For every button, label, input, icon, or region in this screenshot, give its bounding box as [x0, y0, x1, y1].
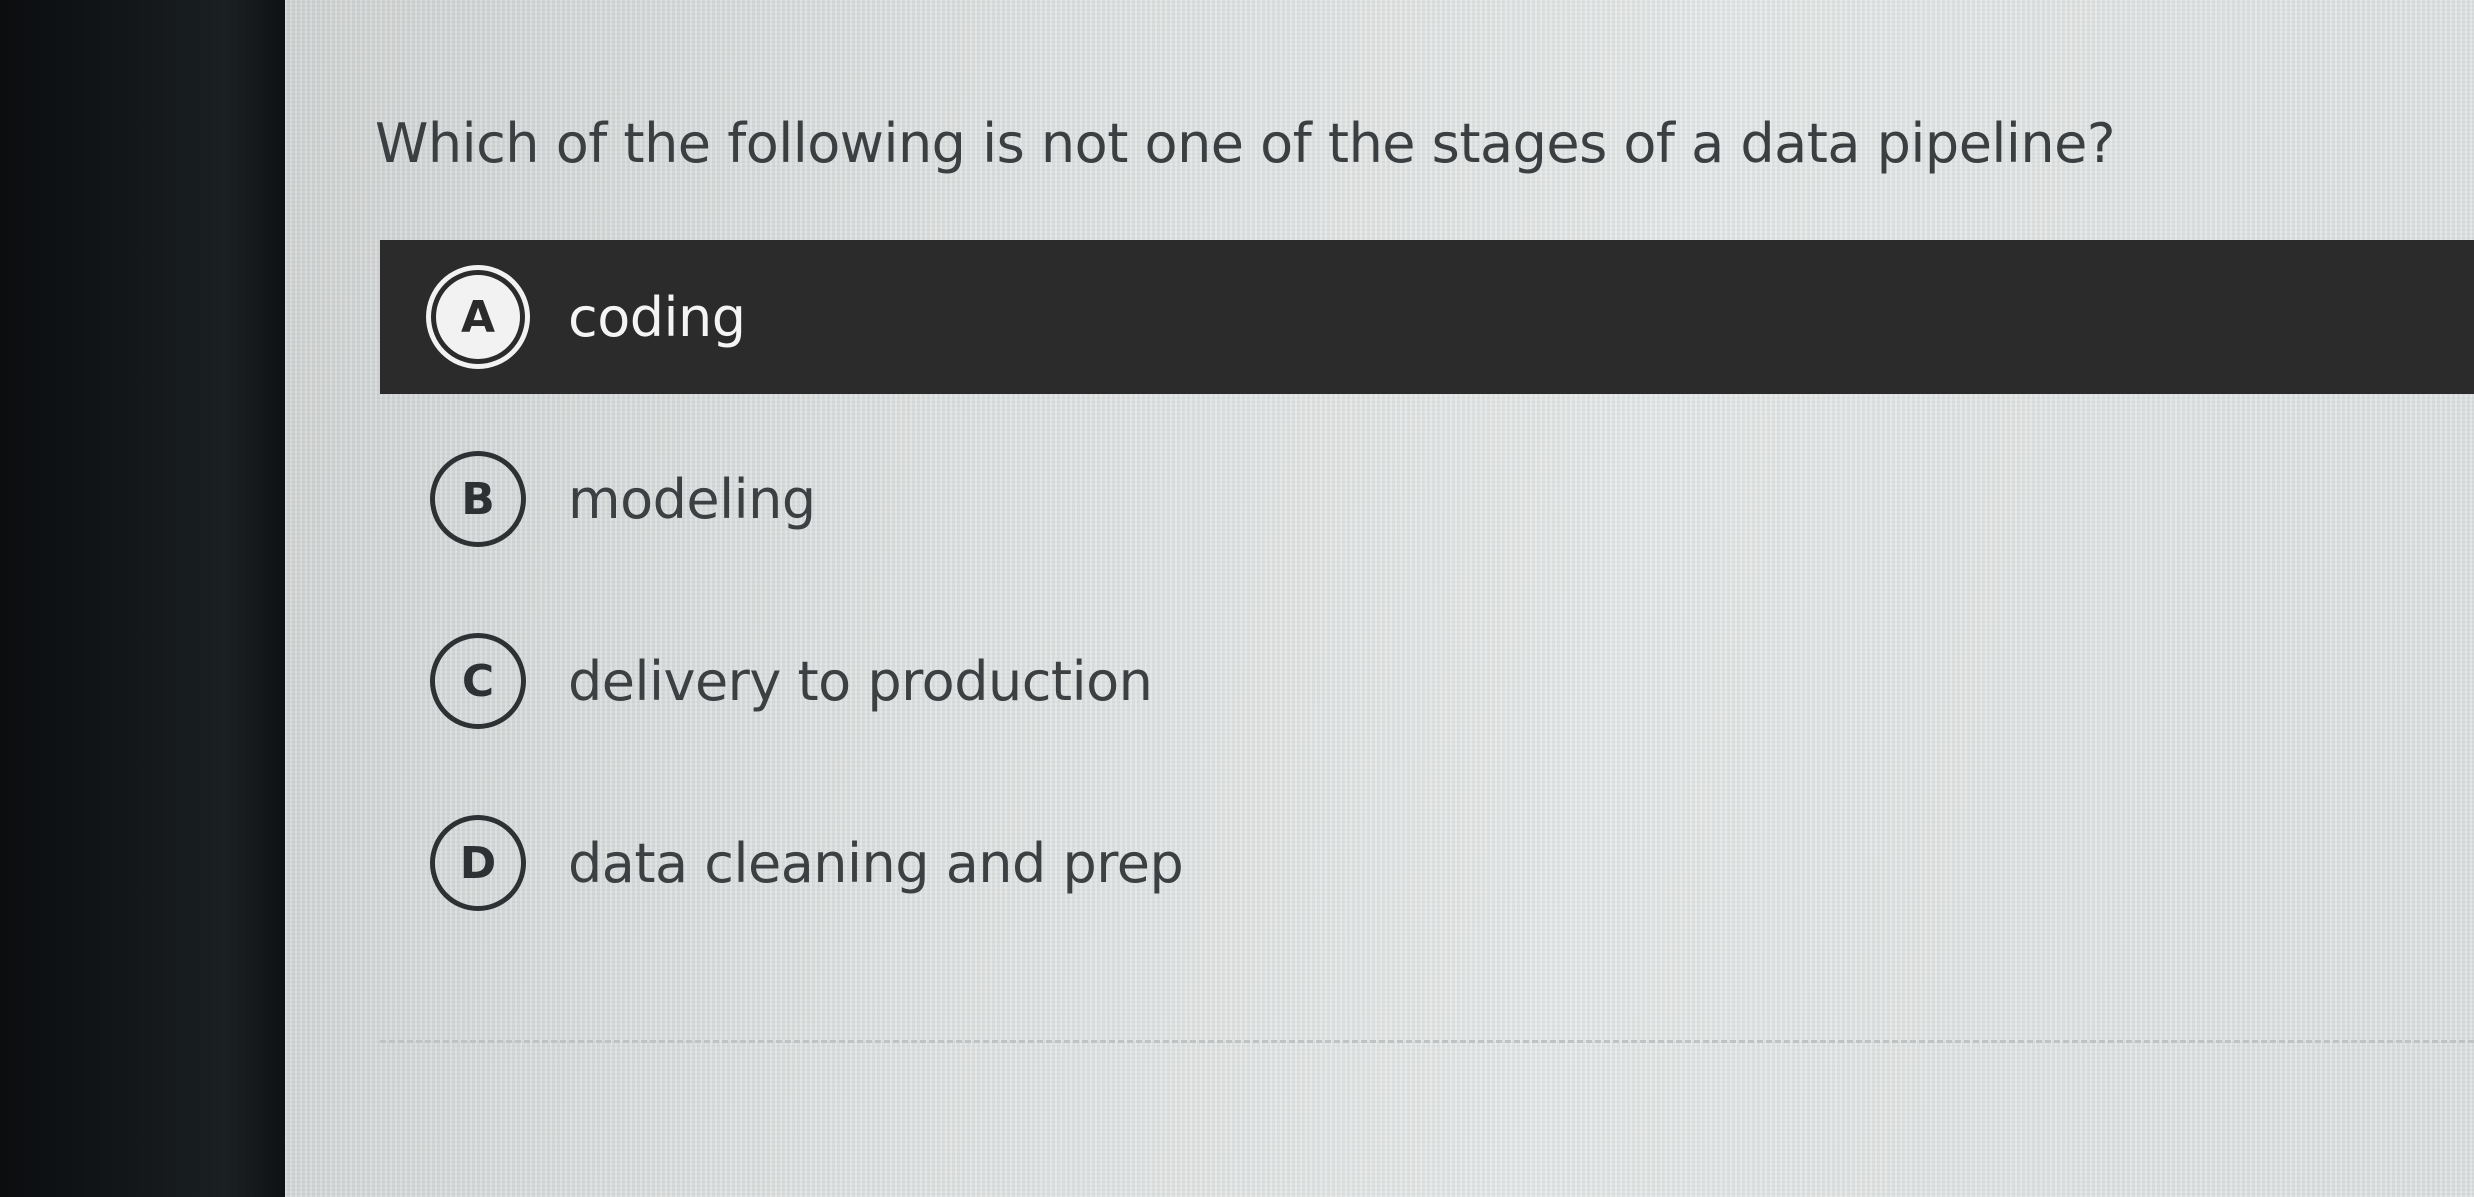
option-b-letter-badge: B: [430, 451, 526, 547]
option-b[interactable]: B modeling: [380, 422, 2474, 576]
question-text: Which of the following is not one of the…: [375, 112, 2116, 175]
option-a-letter-badge: A: [436, 275, 520, 359]
option-a-label: coding: [568, 285, 746, 349]
option-d[interactable]: D data cleaning and prep: [380, 786, 2474, 940]
option-d-label: data cleaning and prep: [568, 831, 1184, 895]
quiz-screen: Which of the following is not one of the…: [285, 0, 2474, 1197]
option-d-letter-badge: D: [430, 815, 526, 911]
option-c[interactable]: C delivery to production: [380, 604, 2474, 758]
option-c-letter-badge: C: [430, 633, 526, 729]
option-a[interactable]: A coding: [380, 240, 2474, 394]
option-b-label: modeling: [568, 467, 816, 531]
section-divider: [380, 1040, 2474, 1043]
monitor-bezel: [0, 0, 290, 1197]
option-c-label: delivery to production: [568, 649, 1153, 713]
answer-options: A coding B modeling C delivery to produc…: [380, 240, 2474, 968]
